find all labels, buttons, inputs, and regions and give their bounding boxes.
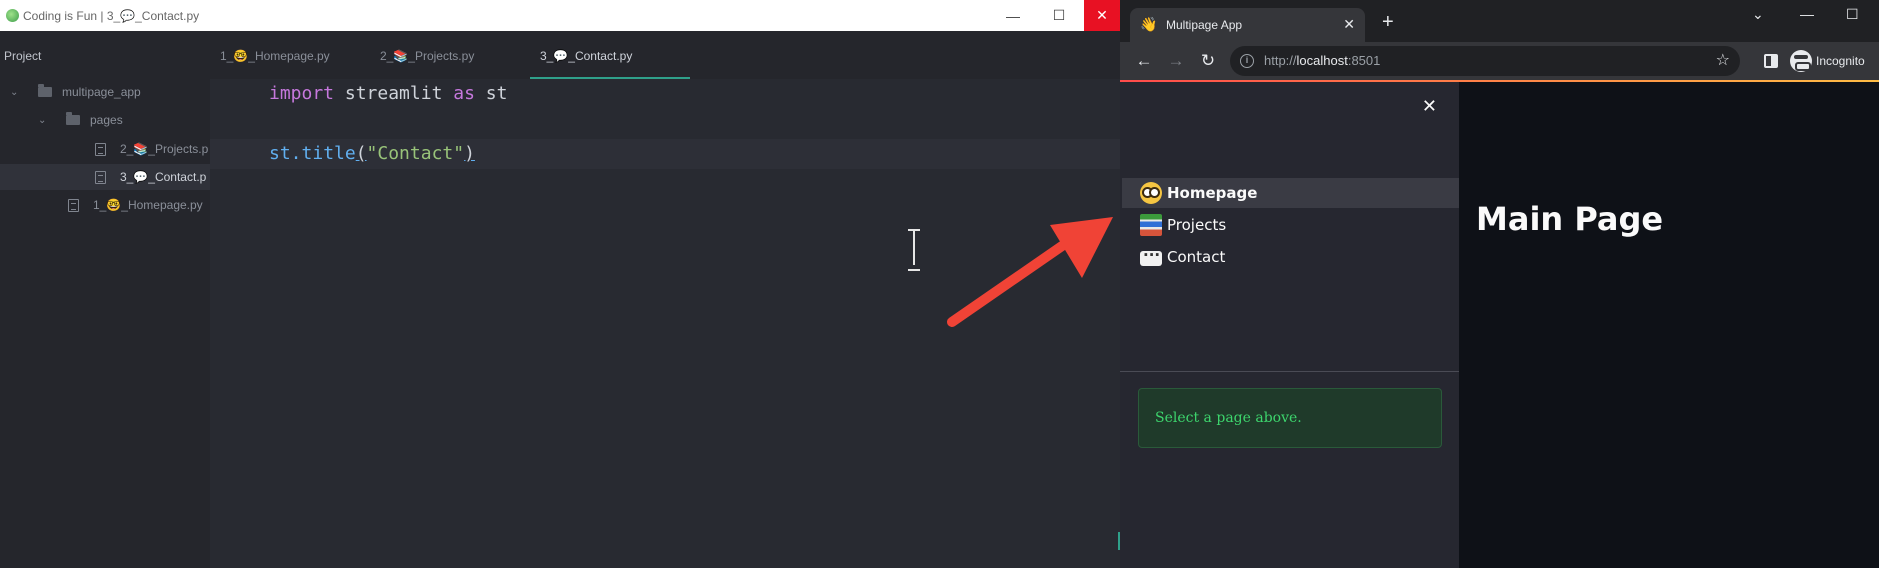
close-tab-icon[interactable]: ✕ (1343, 16, 1355, 33)
nav-label-contact: Contact (1167, 248, 1226, 266)
tree-label-homepage: 1_🤓_Homepage.py (93, 198, 203, 212)
folder-icon (38, 84, 52, 97)
books-icon (1140, 214, 1162, 236)
folder-icon (66, 112, 80, 125)
browser-minimize-button[interactable]: — (1800, 6, 1814, 22)
browser-toolbar: ← → ↻ i http://localhost:8501 ☆ Incognit… (1120, 42, 1879, 80)
tree-folder-multipage-app[interactable]: ⌄ multipage_app (0, 79, 210, 105)
back-button[interactable]: ← (1132, 49, 1156, 73)
tree-folder-pages[interactable]: ⌄ pages (0, 107, 210, 133)
page-title: Main Page (1476, 200, 1664, 238)
reload-button[interactable]: ↻ (1196, 49, 1220, 73)
nav-label-homepage: Homepage (1167, 184, 1258, 202)
incognito-icon[interactable] (1790, 50, 1812, 72)
editor-tab-bar: Project 1_🤓_Homepage.py 2_📚_Projects.py … (0, 31, 1120, 79)
waving-hand-icon: 👋 (1140, 16, 1158, 32)
info-icon[interactable]: i (1240, 54, 1254, 68)
tab-contact[interactable]: 3_💬_Contact.py (540, 49, 632, 63)
file-icon (68, 198, 79, 212)
address-bar[interactable]: i http://localhost:8501 ☆ (1230, 46, 1740, 76)
i-beam-cursor-icon (906, 229, 922, 271)
close-window-button[interactable]: ✕ (1084, 0, 1120, 31)
nav-item-projects[interactable]: Projects (1122, 210, 1459, 240)
nav-item-contact[interactable]: Contact (1122, 242, 1459, 272)
url-text: http://localhost:8501 (1264, 53, 1380, 68)
sidebar-divider (1120, 371, 1459, 372)
browser-tab[interactable]: 👋 Multipage App ✕ (1130, 8, 1365, 42)
nav-item-homepage[interactable]: Homepage (1122, 178, 1459, 208)
nav-label-projects: Projects (1167, 216, 1227, 234)
function-name: title (301, 143, 356, 164)
code-line-1: import streamlit as st (269, 79, 507, 109)
alias-name: st (474, 83, 508, 104)
app-logo-icon (6, 9, 19, 22)
streamlit-sidebar: ✕ Homepage Projects Contact Select a pag… (1120, 82, 1459, 568)
maximize-button[interactable]: ☐ (1036, 0, 1082, 31)
string-literal: "Contact" (366, 143, 465, 164)
success-alert: Select a page above. (1138, 388, 1442, 448)
tree-file-contact[interactable]: 3_💬_Contact.p (0, 164, 210, 190)
incognito-label[interactable]: Incognito (1816, 54, 1865, 68)
tree-file-projects[interactable]: 2_📚_Projects.p (0, 136, 210, 162)
tree-label-root: multipage_app (62, 85, 141, 99)
open-paren: ( (355, 143, 367, 164)
tab-homepage[interactable]: 1_🤓_Homepage.py (220, 49, 330, 63)
object-name: st. (269, 143, 302, 164)
browser-tab-title: Multipage App (1166, 18, 1243, 32)
chevron-down-icon: ⌄ (10, 86, 19, 98)
file-icon (95, 170, 106, 184)
new-tab-button[interactable]: + (1382, 12, 1394, 32)
tree-file-homepage[interactable]: 1_🤓_Homepage.py (0, 192, 210, 218)
browser-window: 👋 Multipage App ✕ + ⌄ — ☐ ← → ↻ i http:/… (1120, 0, 1879, 568)
code-area[interactable]: import streamlit as st st.title("Contact… (210, 79, 1120, 568)
forward-button[interactable]: → (1164, 49, 1188, 73)
keyword-as: as (453, 83, 475, 104)
tree-label-pages: pages (90, 113, 123, 127)
tree-label-projects: 2_📚_Projects.p (120, 142, 209, 156)
minimize-button[interactable]: — (990, 0, 1036, 31)
nerd-face-icon (1140, 182, 1162, 204)
file-icon (95, 142, 106, 156)
streamlit-main: Main Page (1459, 82, 1879, 568)
close-paren: ) (464, 143, 475, 164)
speech-balloon-icon (1140, 246, 1162, 266)
tab-projects[interactable]: 2_📚_Projects.py (380, 49, 474, 63)
code-editor-window: Coding is Fun | 3_💬_Contact.py — ☐ ✕ Pro… (0, 0, 1120, 568)
code-line-3: st.title("Contact") (210, 139, 1120, 169)
module-name: streamlit (334, 83, 454, 104)
url-host: localhost (1296, 53, 1348, 68)
tab-search-chevron-icon[interactable]: ⌄ (1752, 6, 1764, 23)
bookmark-star-icon[interactable]: ☆ (1716, 50, 1730, 70)
chevron-down-icon: ⌄ (38, 114, 47, 126)
tree-label-contact: 3_💬_Contact.p (120, 170, 207, 184)
editor-window-title: Coding is Fun | 3_💬_Contact.py (23, 9, 200, 23)
editor-titlebar: Coding is Fun | 3_💬_Contact.py — ☐ ✕ (0, 0, 1120, 31)
browser-tab-strip: 👋 Multipage App ✕ + ⌄ — ☐ (1120, 0, 1879, 42)
url-port: :8501 (1347, 53, 1381, 68)
side-panel-icon[interactable] (1764, 54, 1778, 68)
browser-maximize-button[interactable]: ☐ (1846, 6, 1859, 23)
keyword-import: import (269, 83, 335, 104)
project-panel-label[interactable]: Project (4, 49, 41, 63)
close-sidebar-icon[interactable]: ✕ (1422, 96, 1437, 117)
project-tree: ⌄ multipage_app ⌄ pages 2_📚_Projects.p 3… (0, 79, 210, 568)
url-scheme: http:// (1264, 53, 1297, 68)
